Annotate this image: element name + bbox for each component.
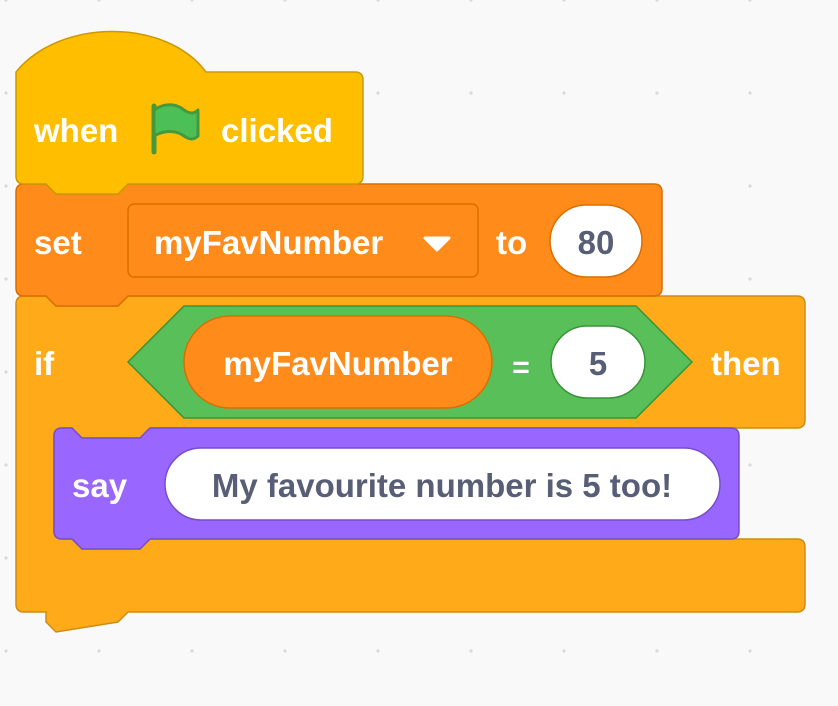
grid-dot: [376, 0, 380, 2]
if-then-block[interactable]: if myFavNumber = 5 then say My favourite…: [15, 295, 806, 633]
equals-right-input[interactable]: 5: [550, 325, 646, 399]
grid-dot: [748, 0, 752, 2]
say-label: say: [72, 467, 128, 504]
grid-dot: [4, 0, 8, 2]
grid-dot: [376, 91, 380, 95]
equals-operator-block[interactable]: myFavNumber = 5: [126, 305, 694, 419]
clicked-label: clicked: [221, 112, 333, 149]
grid-dot: [97, 0, 101, 2]
grid-dot: [469, 0, 473, 2]
grid-dot: [190, 649, 194, 653]
grid-dot: [283, 0, 287, 2]
grid-dot: [283, 649, 287, 653]
grid-dot: [748, 649, 752, 653]
variable-reporter-label: myFavNumber: [223, 345, 452, 382]
grid-dot: [655, 91, 659, 95]
grid-dot: [469, 649, 473, 653]
when-flag-clicked-hat-block[interactable]: when clicked: [15, 30, 364, 195]
if-label: if: [34, 345, 55, 382]
set-variable-block[interactable]: set myFavNumber to 80: [15, 183, 663, 307]
set-value-text[interactable]: 80: [578, 224, 615, 261]
grid-dot: [469, 91, 473, 95]
grid-dot: [4, 370, 8, 374]
grid-dot: [748, 91, 752, 95]
grid-dot: [4, 556, 8, 560]
grid-dot: [376, 649, 380, 653]
grid-dot: [562, 0, 566, 2]
equals-right-value[interactable]: 5: [589, 345, 607, 382]
then-label: then: [711, 345, 781, 382]
set-value-input[interactable]: 80: [549, 204, 643, 278]
grid-dot: [562, 649, 566, 653]
when-label: when: [33, 112, 118, 149]
grid-dot: [748, 184, 752, 188]
grid-dot: [4, 649, 8, 653]
equals-sign: =: [512, 351, 530, 384]
grid-dot: [4, 277, 8, 281]
grid-dot: [748, 463, 752, 467]
say-message-text[interactable]: My favourite number is 5 too!: [212, 467, 672, 504]
grid-dot: [562, 91, 566, 95]
variable-dropdown-label: myFavNumber: [154, 224, 383, 261]
code-area[interactable]: if myFavNumber = 5 then say My favourite…: [0, 0, 838, 706]
variable-dropdown[interactable]: myFavNumber: [127, 203, 479, 278]
variable-reporter[interactable]: myFavNumber: [183, 315, 493, 409]
set-label: set: [34, 224, 82, 261]
grid-dot: [655, 0, 659, 2]
grid-dot: [190, 0, 194, 2]
grid-dot: [97, 649, 101, 653]
to-label: to: [496, 224, 527, 261]
say-message-input[interactable]: My favourite number is 5 too!: [164, 447, 721, 521]
say-block[interactable]: say My favourite number is 5 too!: [53, 427, 740, 550]
grid-dot: [4, 463, 8, 467]
grid-dot: [4, 91, 8, 95]
grid-dot: [655, 649, 659, 653]
grid-dot: [4, 184, 8, 188]
grid-dot: [748, 277, 752, 281]
